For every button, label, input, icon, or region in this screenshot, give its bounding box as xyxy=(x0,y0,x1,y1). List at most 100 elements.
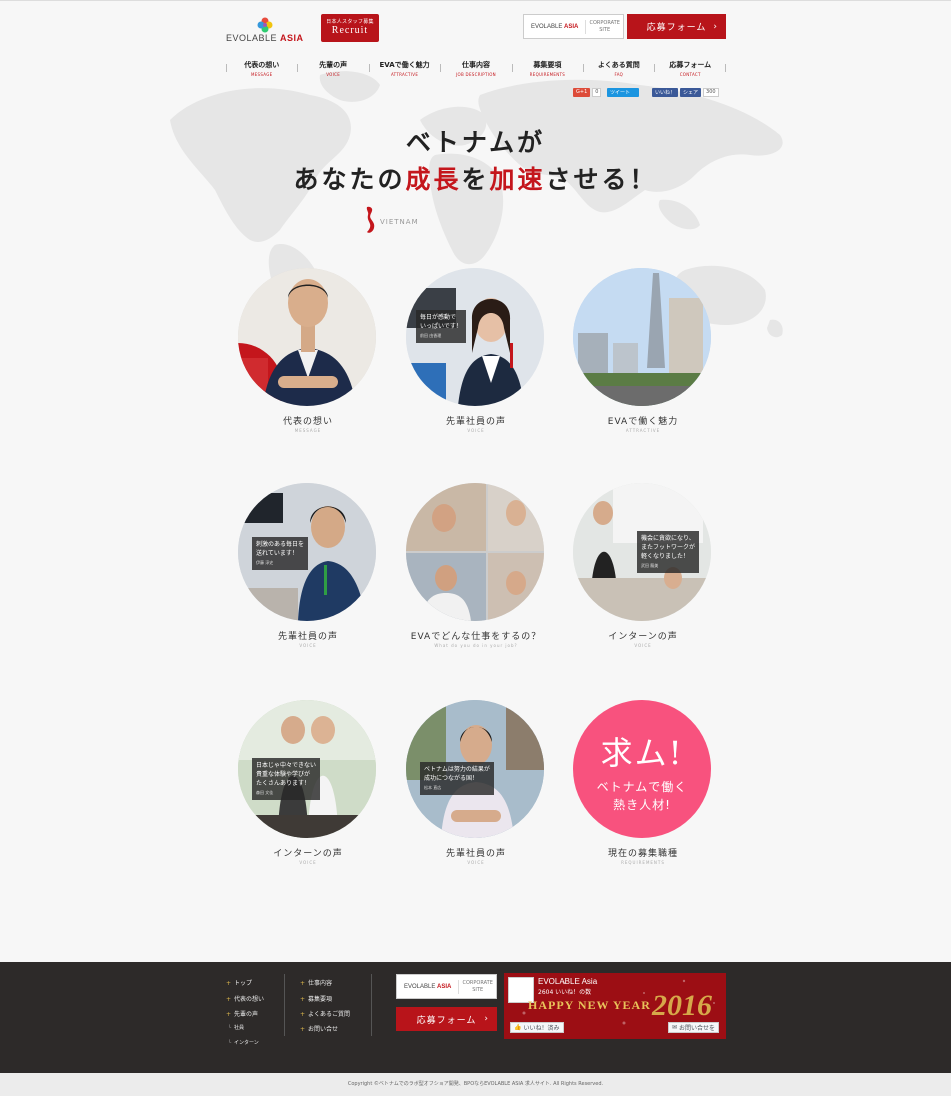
footer-link-label: 先輩の声 xyxy=(234,1011,259,1018)
job-collage-photo xyxy=(406,483,544,621)
message-icon: ✉ xyxy=(672,1024,678,1031)
city-photo-illustration xyxy=(573,268,711,406)
card-subtitle: VOICE xyxy=(467,428,485,433)
footer-link-job[interactable]: + 仕事内容 xyxy=(300,978,332,987)
facebook-page-widget[interactable]: EVOLABLE Asia 2604 いいね！の数 HAPPY NEW YEAR… xyxy=(504,973,726,1039)
nav-item-attractive[interactable]: EVAで働く魅力 ATTRACTIVE xyxy=(369,60,440,78)
footer-corporate-site-button[interactable]: EVOLABLE ASIA CORPORATE SITE xyxy=(396,974,497,999)
footer-link-faq[interactable]: + よくあるご質問 xyxy=(300,1009,350,1018)
corporate-logo-accent: ASIA xyxy=(564,23,579,30)
nav-item-requirements[interactable]: 募集要項 REQUIREMENTS xyxy=(512,60,583,78)
corporate-line2: SITE xyxy=(472,986,484,993)
nav-label: 代表の想い xyxy=(244,61,280,69)
vietnam-label: VIETNAM xyxy=(380,218,419,226)
caption-text: ベトナムは努力の結果が 成功につながる国！ xyxy=(424,766,490,782)
facebook-like-count: 2604 いいね！の数 xyxy=(538,989,592,996)
hero-headline-line2: あなたの成長を加速させる！ xyxy=(0,160,951,196)
card-requirements[interactable]: 求ム! ベトナムで働く 熱き人材! 現在の募集職種 REQUIREMENTS xyxy=(573,700,713,880)
recruit-badge[interactable]: 日本人スタッフ募集 Recruit xyxy=(321,14,379,42)
apply-form-button[interactable]: 応募フォーム › xyxy=(627,14,726,39)
banner-line1: ベトナムで働く xyxy=(596,780,688,794)
hero-highlight: 成長 xyxy=(405,165,462,194)
copyright: Copyright ©ベトナムでのラボ型オフショア開発、BPOならEVOLABL… xyxy=(0,1073,951,1096)
top-divider xyxy=(0,0,951,1)
caption-name: 伊藤 淳史 xyxy=(256,560,274,565)
card-intern-voice-1[interactable]: 機会に貪欲になり、 またフットワークが 軽くなりました！ 武田 龍美 インターンの… xyxy=(573,483,713,663)
facebook-share-count: 300 xyxy=(703,87,719,97)
recruit-badge-title: Recruit xyxy=(331,25,369,36)
job-collage-illustration xyxy=(406,483,544,621)
chevron-right-icon: › xyxy=(484,1014,489,1024)
nav-label: 募集要項 xyxy=(533,61,562,69)
apply-form-label: 応募フォーム xyxy=(416,1015,477,1026)
facebook-liked-button[interactable]: 👍 いいね！済み xyxy=(510,1022,564,1033)
footer-link-contact[interactable]: + お問い合せ xyxy=(300,1024,338,1033)
card-job-description[interactable]: EVAでどんな仕事をするの？ What do you do in your jo… xyxy=(406,483,546,663)
facebook-message-button[interactable]: ✉ お問い合せを xyxy=(668,1022,720,1033)
ceo-photo xyxy=(238,268,376,406)
nav-sublabel: VOICE xyxy=(326,72,341,77)
footer-apply-form-button[interactable]: 応募フォーム › xyxy=(396,1007,497,1031)
footer-link-label: トップ xyxy=(234,980,253,987)
card-voice-1[interactable]: 毎日が感動で いっぱいです！ 前田 由香理 先輩社員の声 VOICE xyxy=(406,268,546,448)
nav-sublabel: CONTACT xyxy=(679,72,701,77)
card-intern-voice-2[interactable]: 日本じゃ中々できない 貴重な体験や学びが たくさんあります！ 森田 文佳 インター… xyxy=(238,700,378,880)
card-subtitle: VOICE xyxy=(634,643,652,648)
footer-link-requirements[interactable]: + 募集要項 xyxy=(300,994,332,1003)
card-title: インターンの声 xyxy=(273,849,343,859)
footer-link-voice[interactable]: + 先輩の声 xyxy=(226,1009,258,1018)
corporate-logo-accent: ASIA xyxy=(437,983,452,990)
facebook-page-name[interactable]: EVOLABLE Asia xyxy=(538,977,597,986)
footer-divider xyxy=(371,974,372,1036)
footer-link-label: 代表の想い xyxy=(234,996,265,1003)
card-voice-2[interactable]: 刺激のある毎日を 送れています！ 伊藤 淳史 先輩社員の声 VOICE xyxy=(238,483,378,663)
card-attractive[interactable]: EVAで働く魅力 ATTRACTIVE xyxy=(573,268,713,448)
card-subtitle: MESSAGE xyxy=(294,428,322,433)
card-title: 現在の募集職種 xyxy=(607,849,678,859)
caption-name: 森田 文佳 xyxy=(256,790,274,795)
hero-highlight: 加速 xyxy=(489,165,546,194)
photo-caption: 刺激のある毎日を 送れています！ 伊藤 淳史 xyxy=(252,537,309,570)
facebook-message-label: お問い合せを xyxy=(679,1025,716,1032)
nav-label: よくある質問 xyxy=(597,61,640,69)
facebook-share-button[interactable]: シェア xyxy=(680,87,702,97)
footer-divider xyxy=(284,974,285,1036)
footer-link-message[interactable]: + 代表の想い xyxy=(226,994,264,1003)
card-message[interactable]: 代表の想い MESSAGE xyxy=(238,268,378,448)
photo-caption: 日本じゃ中々できない 貴重な体験や学びが たくさんあります！ 森田 文佳 xyxy=(252,758,321,800)
nav-divider xyxy=(297,64,298,72)
city-photo xyxy=(573,268,711,406)
nav-label: 応募フォーム xyxy=(669,61,712,69)
google-plus-button[interactable]: G+1 xyxy=(573,87,591,97)
hero-text: させる！ xyxy=(545,165,658,194)
card-voice-3[interactable]: ベトナムは努力の結果が 成功につながる国！ 松本 直広 先輩社員の声 VOICE xyxy=(406,700,546,880)
staff-photo: 刺激のある毎日を 送れています！ 伊藤 淳史 xyxy=(238,483,376,621)
nav-item-message[interactable]: 代表の想い MESSAGE xyxy=(226,60,297,78)
footer-link-label: 募集要項 xyxy=(308,996,333,1003)
corporate-site-button[interactable]: EVOLABLE ASIA CORPORATE SITE xyxy=(523,14,624,39)
nav-item-faq[interactable]: よくある質問 FAQ xyxy=(583,60,654,78)
footer-link-intern[interactable]: └ インターン xyxy=(228,1039,259,1046)
facebook-like-button[interactable]: いいね！ xyxy=(652,87,679,97)
evolable-asia-logo[interactable]: EVOLABLE ASIA xyxy=(226,16,306,46)
caption-name: 武田 龍美 xyxy=(641,563,659,568)
footer-link-label: よくあるご質問 xyxy=(308,1011,351,1018)
card-subtitle: What do you do in your job? xyxy=(434,643,518,648)
nav-label: 仕事内容 xyxy=(461,61,490,69)
footer-link-staff[interactable]: └ 社員 xyxy=(228,1024,244,1031)
nav-divider xyxy=(369,64,370,72)
nav-item-contact[interactable]: 応募フォーム CONTACT xyxy=(655,60,726,78)
nav-divider xyxy=(725,64,726,72)
nav-divider xyxy=(583,64,584,72)
nav-sublabel: MESSAGE xyxy=(250,72,273,77)
nav-item-job-description[interactable]: 仕事内容 JOB DESCRIPTION xyxy=(440,60,511,78)
caption-name: 松本 直広 xyxy=(424,785,442,790)
caption-name: 前田 由香理 xyxy=(420,333,442,338)
card-title: EVAでどんな仕事をするの？ xyxy=(410,632,542,642)
tweet-button[interactable]: ツイート xyxy=(607,87,639,97)
footer-link-top[interactable]: + トップ xyxy=(226,978,252,987)
staff-photo: 毎日が感動で いっぱいです！ 前田 由香理 xyxy=(406,268,544,406)
corporate-logo-main: EVOLABLE xyxy=(404,983,436,990)
apply-form-label: 応募フォーム xyxy=(646,23,707,33)
nav-item-voice[interactable]: 先輩の声 VOICE xyxy=(297,60,368,78)
